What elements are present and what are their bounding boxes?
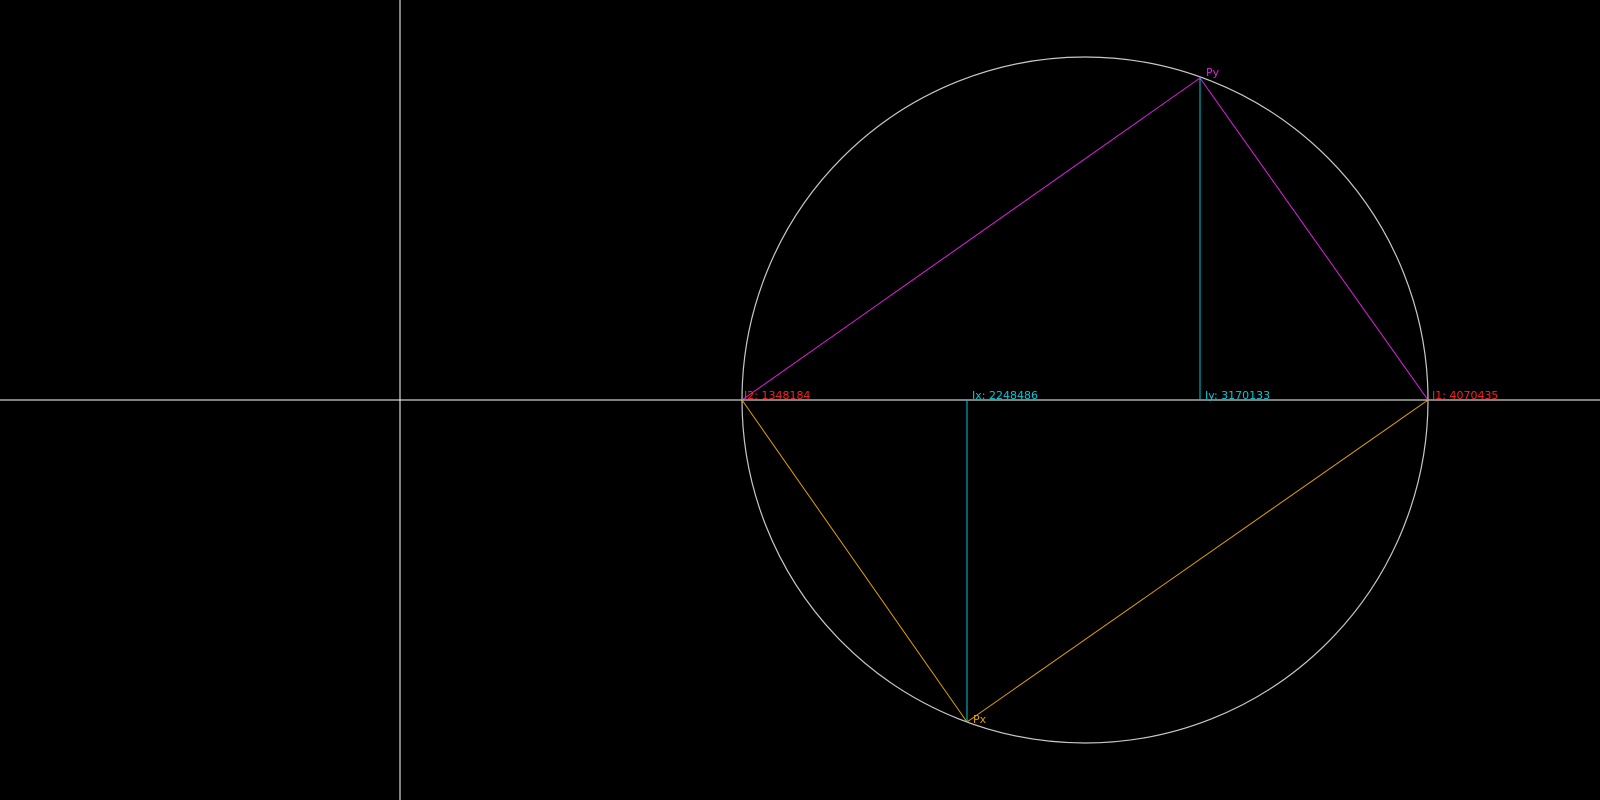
i2-label: I2: 1348184: [744, 389, 810, 402]
py-chord-from-i2: [741, 77, 1201, 401]
i1-label: I1: 4070435: [1432, 389, 1498, 402]
py-chord-to-i1: [1199, 77, 1429, 401]
ix-label: Ix: 2248486: [972, 389, 1038, 402]
mohr-circle-diagram: I2: 1348184 Ix: 2248486 Iy: 3170133 I1: …: [0, 0, 1600, 800]
px-chord-to-i1: [966, 399, 1429, 723]
px-chord-from-i2: [741, 399, 968, 723]
iy-label: Iy: 3170133: [1205, 389, 1270, 402]
px-label: Px: [973, 713, 987, 726]
py-label: Py: [1206, 66, 1220, 79]
